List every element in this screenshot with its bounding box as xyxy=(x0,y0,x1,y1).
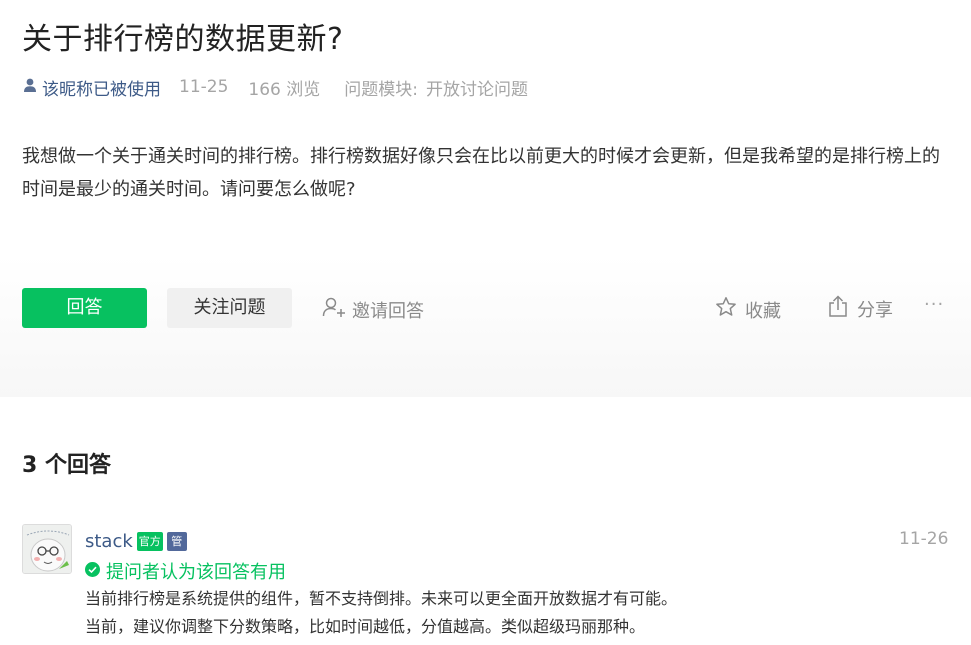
more-icon[interactable]: ··· xyxy=(924,294,944,315)
admin-badge: 管 xyxy=(166,531,187,551)
user-icon xyxy=(22,77,42,98)
question-meta: 该昵称已被使用 11-25 166 浏览 问题模块: 开放讨论问题 xyxy=(22,75,528,100)
answer-line: 当前排行榜是系统提供的组件，暂不支持倒排。未来可以更全面开放数据才有可能。 xyxy=(85,589,678,608)
share-button[interactable]: 分享 xyxy=(828,295,893,322)
answer-header: stack 官方 管 xyxy=(85,528,187,554)
answers-count: 3 个回答 xyxy=(22,453,111,478)
question-body: 我想做一个关于通关时间的排行榜。排行榜数据好像只会在比以前更大的时候才会更新，但… xyxy=(22,146,940,200)
invite-answer-button[interactable]: 邀请回答 xyxy=(322,296,424,323)
answer-button[interactable]: 回答 xyxy=(22,288,147,328)
star-icon xyxy=(715,296,745,323)
share-label: 分享 xyxy=(857,299,893,321)
accepted-answer-label: 提问者认为该回答有用 xyxy=(85,558,286,584)
question-module-link[interactable]: 开放讨论问题 xyxy=(426,75,528,100)
question-author: 该昵称已被使用 xyxy=(42,79,161,100)
follow-question-button[interactable]: 关注问题 xyxy=(167,288,292,328)
invite-user-icon xyxy=(322,296,352,323)
question-title: 关于排行榜的数据更新? xyxy=(22,22,344,57)
question-actions: 回答 关注问题 邀请回答 收藏 分享 ··· xyxy=(22,288,952,328)
answer-date: 11-26 xyxy=(899,529,949,549)
answer-line: 当前，建议你调整下分数策略，比如时间越低，分值越高。类似超级玛丽那种。 xyxy=(85,617,646,636)
accepted-answer-text: 提问者认为该回答有用 xyxy=(106,562,286,583)
question-views: 166 浏览 xyxy=(248,79,321,100)
avatar[interactable] xyxy=(22,524,72,574)
question-date: 11-25 xyxy=(179,77,229,97)
question-section: 关于排行榜的数据更新? 该昵称已被使用 11-25 166 浏览 问题模块: 开… xyxy=(0,0,971,397)
check-circle-icon xyxy=(85,561,106,582)
invite-answer-label: 邀请回答 xyxy=(352,300,424,322)
answer-author-link[interactable]: stack xyxy=(85,531,133,552)
answer-body: 当前排行榜是系统提供的组件，暂不支持倒排。未来可以更全面开放数据才有可能。 当前… xyxy=(85,585,945,641)
favorite-label: 收藏 xyxy=(745,300,781,322)
favorite-button[interactable]: 收藏 xyxy=(715,296,781,323)
question-module-label: 问题模块: xyxy=(344,79,418,100)
question-author-link[interactable]: 该昵称已被使用 xyxy=(22,75,161,100)
share-icon xyxy=(828,295,857,322)
official-badge: 官方 xyxy=(136,531,163,551)
